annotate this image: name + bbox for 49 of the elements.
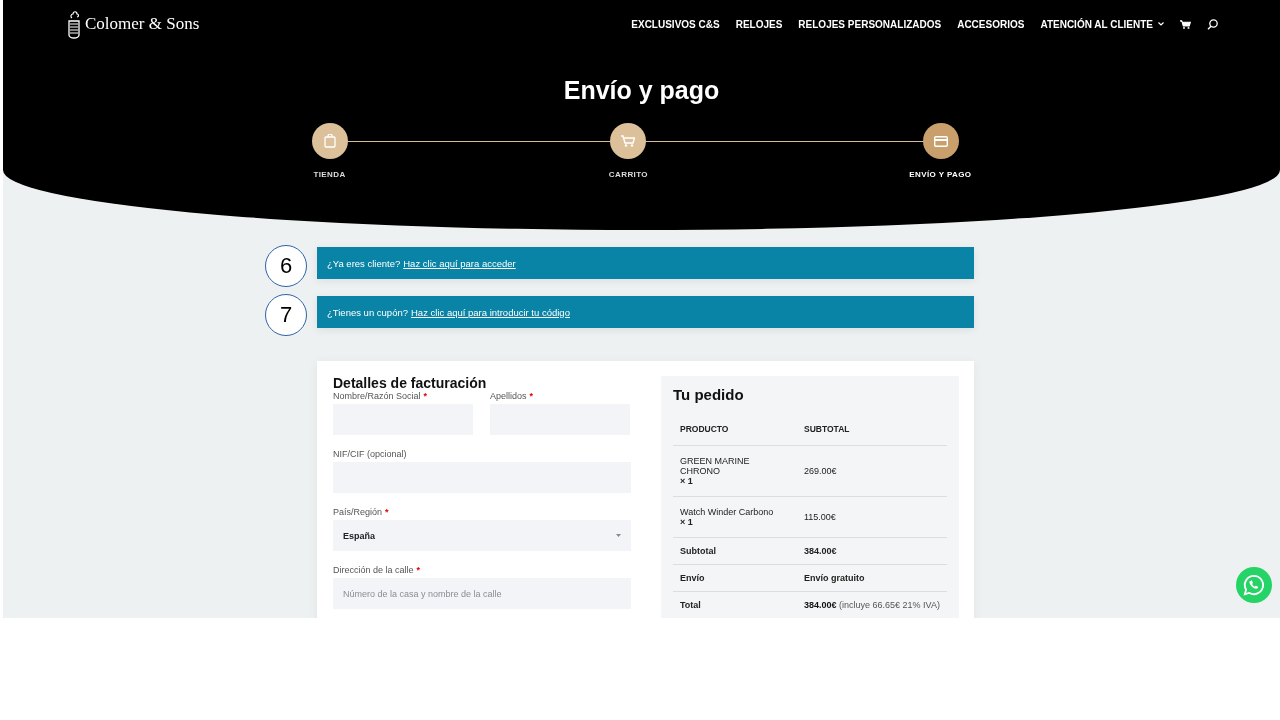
notice-link[interactable]: Haz clic aquí para introducir tu código — [411, 306, 570, 318]
notice-link[interactable]: Haz clic aquí para acceder — [403, 257, 516, 269]
nav-link[interactable]: RELOJES PERSONALIZADOS — [798, 18, 942, 30]
notice-text: ¿Ya eres cliente? — [327, 257, 401, 269]
notice-text: ¿Tienes un cupón? — [327, 306, 408, 318]
step-label: TIENDA — [313, 170, 346, 179]
required-mark: * — [529, 391, 534, 401]
column-header: SUBTOTAL — [797, 414, 947, 446]
table-cell: 384.00€ — [797, 537, 947, 565]
nav-link[interactable]: ATENCIÓN AL CLIENTE — [1040, 18, 1164, 30]
step-label: ENVÍO Y PAGO — [909, 170, 972, 179]
section-title: Detalles de facturación — [333, 375, 488, 391]
brand-name[interactable]: Colomer & Sons — [85, 14, 200, 34]
phone-bubble-icon — [1243, 574, 1265, 596]
table-cell: Envío gratuito — [797, 564, 947, 592]
step-label: CARRITO — [608, 170, 648, 179]
nav-link[interactable]: EXCLUSIVOS C&S — [631, 18, 720, 30]
logo-icon — [67, 9, 81, 39]
cart-icon[interactable] — [1180, 19, 1191, 29]
caret-icon — [616, 534, 621, 537]
nav-link[interactable]: ACCESORIOS — [957, 18, 1025, 30]
shopping-bag-icon — [323, 134, 336, 148]
field-label: País/Región — [333, 507, 383, 517]
callout-marker: 7 — [265, 294, 307, 336]
chat-button[interactable] — [1236, 567, 1272, 603]
product-name: Watch Winder Carbono × 1 — [673, 496, 797, 538]
product-name: GREEN MARINE CHRONO × 1 — [673, 445, 797, 497]
required-mark: * — [416, 565, 421, 575]
table-cell: 384.00€ (incluye 66.65€ 21% IVA) — [797, 591, 947, 618]
field-label: NIF/CIF (opcional) — [333, 449, 407, 459]
table-cell: 115.00€ — [797, 496, 947, 538]
required-mark: * — [385, 507, 389, 517]
callout-marker: 6 — [265, 245, 307, 287]
cart-icon — [621, 135, 636, 147]
field-label: Nombre/Razón Social — [333, 391, 421, 401]
table-cell: Total — [673, 591, 797, 618]
page-title: Envío y pago — [562, 76, 721, 105]
nav-link[interactable]: RELOJES — [735, 18, 783, 30]
field-label: Dirección de la calle — [333, 565, 414, 575]
search-icon[interactable] — [1207, 18, 1218, 30]
table-cell: 269.00€ — [797, 445, 947, 497]
column-header: PRODUCTO — [673, 414, 797, 446]
required-mark: * — [423, 391, 428, 401]
country-select[interactable]: España — [333, 520, 631, 551]
order-title: Tu pedido — [673, 386, 745, 403]
credit-card-icon — [934, 135, 949, 147]
table-cell: Envío — [673, 564, 797, 592]
field-label: Apellidos — [490, 391, 527, 401]
table-cell: Subtotal — [673, 537, 797, 565]
